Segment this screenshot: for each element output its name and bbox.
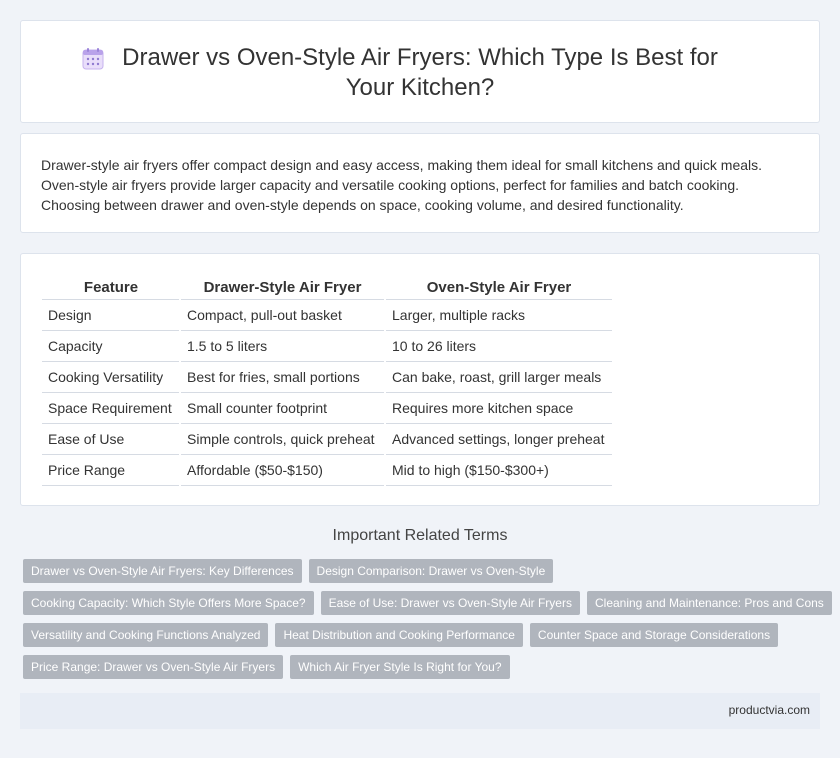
related-term-link[interactable]: Heat Distribution and Cooking Performanc…: [275, 623, 523, 647]
related-term-link[interactable]: Price Range: Drawer vs Oven-Style Air Fr…: [23, 655, 284, 679]
column-header: Drawer-Style Air Fryer: [180, 275, 385, 300]
intro-paragraph: Drawer-style air fryers offer compact de…: [41, 157, 763, 213]
comparison-table-card: Feature Drawer-Style Air Fryer Oven-Styl…: [20, 253, 820, 506]
related-term-link[interactable]: Cleaning and Maintenance: Pros and Cons: [586, 591, 832, 615]
table-cell: Requires more kitchen space: [385, 392, 614, 424]
related-term-link[interactable]: Ease of Use: Drawer vs Oven-Style Air Fr…: [320, 591, 580, 615]
comparison-table: Feature Drawer-Style Air Fryer Oven-Styl…: [42, 275, 614, 486]
table-cell: Mid to high ($150-$300+): [385, 454, 614, 486]
intro-card: Drawer-style air fryers offer compact de…: [20, 133, 820, 233]
footer: productvia.com: [20, 693, 820, 729]
table-cell: Design: [42, 299, 181, 331]
table-cell: 1.5 to 5 liters: [180, 330, 386, 362]
table-row: Capacity 1.5 to 5 liters 10 to 26 liters: [42, 330, 614, 362]
table-cell: Simple controls, quick preheat: [180, 423, 386, 455]
footer-site-name: productvia.com: [728, 703, 810, 717]
table-cell: Compact, pull-out basket: [180, 299, 386, 331]
related-terms-heading: Important Related Terms: [332, 527, 508, 544]
related-terms-list: Drawer vs Oven-Style Air Fryers: Key Dif…: [23, 559, 832, 687]
table-cell: Capacity: [42, 330, 181, 362]
table-header-row: Feature Drawer-Style Air Fryer Oven-Styl…: [42, 275, 613, 300]
table-cell: Larger, multiple racks: [385, 299, 614, 331]
table-row: Ease of Use Simple controls, quick prehe…: [42, 423, 614, 455]
related-term-link[interactable]: Cooking Capacity: Which Style Offers Mor…: [23, 591, 314, 615]
related-term-link[interactable]: Counter Space and Storage Considerations: [529, 623, 779, 647]
table-cell: Space Requirement: [42, 392, 181, 424]
table-row: Cooking Versatility Best for fries, smal…: [42, 361, 614, 393]
table-cell: Ease of Use: [42, 423, 181, 455]
table-cell: 10 to 26 liters: [385, 330, 614, 362]
table-cell: Small counter footprint: [180, 392, 386, 424]
table-row: Space Requirement Small counter footprin…: [42, 392, 614, 424]
page-title: Drawer vs Oven-Style Air Fryers: Which T…: [122, 44, 718, 101]
table-cell: Price Range: [42, 454, 181, 486]
header-card: Drawer vs Oven-Style Air Fryers: Which T…: [20, 20, 820, 123]
column-header: Oven-Style Air Fryer: [385, 275, 613, 300]
column-header: Feature: [42, 275, 180, 300]
related-term-link[interactable]: Drawer vs Oven-Style Air Fryers: Key Dif…: [23, 559, 302, 583]
table-cell: Cooking Versatility: [42, 361, 181, 393]
related-term-link[interactable]: Design Comparison: Drawer vs Oven-Style: [308, 559, 554, 583]
related-term-link[interactable]: Which Air Fryer Style Is Right for You?: [290, 655, 510, 679]
table-cell: Advanced settings, longer preheat: [385, 423, 614, 455]
table-cell: Affordable ($50-$150): [180, 454, 386, 486]
table-cell: Best for fries, small portions: [180, 361, 386, 393]
related-term-link[interactable]: Versatility and Cooking Functions Analyz…: [23, 623, 269, 647]
table-cell: Can bake, roast, grill larger meals: [385, 361, 614, 393]
table-row: Price Range Affordable ($50-$150) Mid to…: [42, 454, 614, 486]
table-row: Design Compact, pull-out basket Larger, …: [42, 299, 614, 331]
